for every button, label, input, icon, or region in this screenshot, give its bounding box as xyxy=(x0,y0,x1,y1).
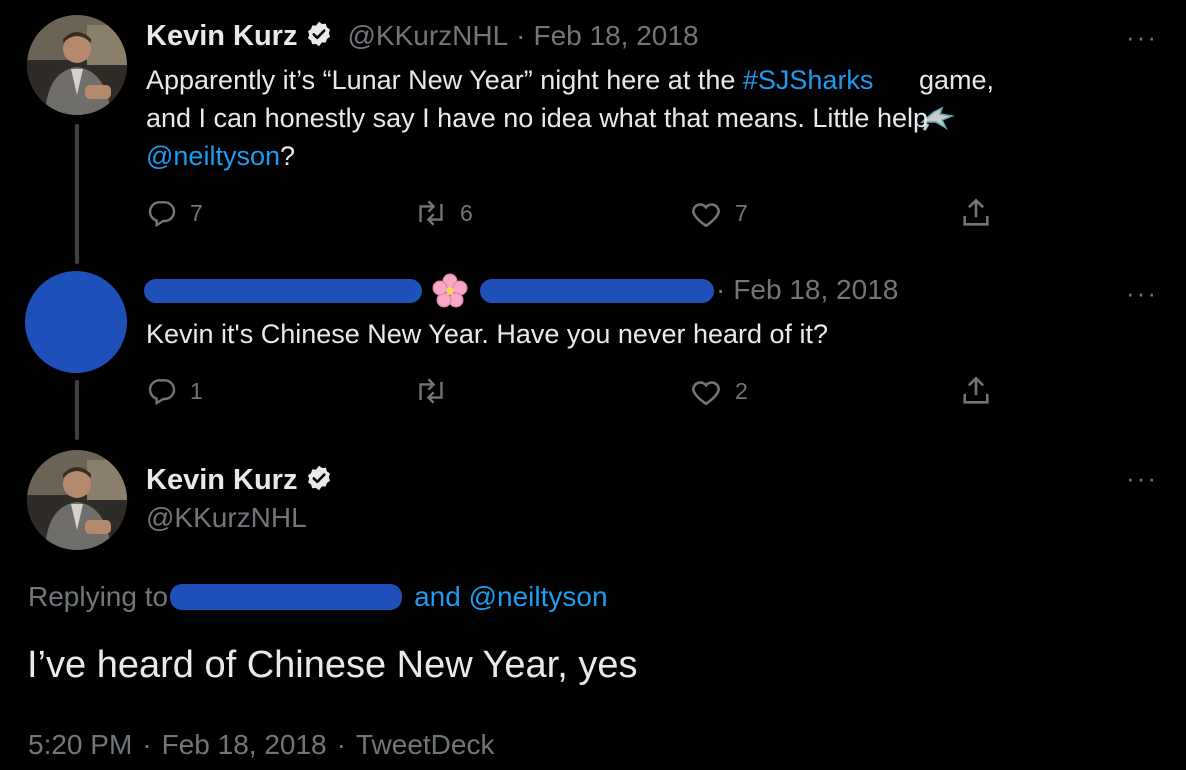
author-handle[interactable]: @KKurzNHL xyxy=(347,20,508,52)
hashtag-link[interactable]: #SJSharks xyxy=(743,61,874,99)
tweet-text-part: Apparently it’s “Lunar New Year” night h… xyxy=(146,65,743,95)
tweet-text-part: game, xyxy=(911,65,994,95)
tweet2-text: Kevin it's Chinese New Year. Have you ne… xyxy=(146,319,829,349)
reply-count: 1 xyxy=(190,377,203,404)
separator-dot: · xyxy=(336,729,346,760)
tweet1-header: Kevin Kurz @KKurzNHL · Feb 18, 2018 xyxy=(146,18,699,54)
retweet-button[interactable]: 6 xyxy=(414,197,473,229)
like-count: 7 xyxy=(735,199,748,226)
separator-dot: · xyxy=(142,729,152,760)
main-tweet-header: Kevin Kurz xyxy=(146,462,333,498)
more-options-icon[interactable]: ··· xyxy=(1126,463,1158,494)
retweet-icon xyxy=(419,378,443,404)
replying-to-links[interactable]: and @neiltyson xyxy=(414,581,607,613)
thread-line xyxy=(75,124,79,264)
avatar-kevin-kurz[interactable] xyxy=(27,15,127,115)
reply-button[interactable]: 1 xyxy=(146,375,203,407)
more-options-icon[interactable]: ··· xyxy=(1126,278,1158,309)
cherry-blossom-icon xyxy=(431,272,469,310)
tweet-date[interactable]: Feb 18, 2018 xyxy=(162,729,327,761)
share-button[interactable] xyxy=(959,196,993,230)
separator-dot: · xyxy=(516,20,526,51)
reply-icon xyxy=(148,379,176,406)
main-tweet-text: I’ve heard of Chinese New Year, yes xyxy=(27,644,638,686)
redacted-handle xyxy=(480,279,714,303)
retweet-icon xyxy=(419,200,443,226)
share-icon xyxy=(963,376,989,404)
thread-line xyxy=(75,380,79,440)
reply-button[interactable]: 7 xyxy=(146,197,203,229)
retweet-button[interactable] xyxy=(414,375,460,407)
like-button[interactable]: 7 xyxy=(689,197,748,229)
tweet-timestamp: 5:20 PM · Feb 18, 2018 · TweetDeck xyxy=(28,729,494,761)
like-button[interactable]: 2 xyxy=(689,375,748,407)
shark-emoji-icon xyxy=(875,66,956,131)
tweet-text-part: ? xyxy=(279,141,296,171)
verified-badge-icon xyxy=(305,20,333,53)
tweet-date[interactable]: Feb 18, 2018 xyxy=(733,274,898,306)
replying-label: Replying to xyxy=(28,581,169,612)
redacted-reply-handle xyxy=(170,584,403,610)
profile-photo-icon xyxy=(27,450,127,550)
profile-photo-icon xyxy=(27,15,127,115)
tweet-time[interactable]: 5:20 PM xyxy=(28,729,132,761)
replying-to: Replying to and @neiltyson xyxy=(28,581,608,613)
tweet2-meta: · Feb 18, 2018 xyxy=(716,274,898,306)
redacted-name xyxy=(144,279,422,303)
verified-badge-icon xyxy=(305,464,333,497)
like-count: 2 xyxy=(735,377,748,404)
share-icon xyxy=(963,198,989,226)
share-button[interactable] xyxy=(959,374,993,408)
heart-icon xyxy=(691,203,721,228)
mention-link[interactable]: @neiltyson xyxy=(146,141,280,171)
tweet1-text: Apparently it’s “Lunar New Year” night h… xyxy=(146,61,1146,175)
separator-dot: · xyxy=(716,274,726,305)
tweet-date[interactable]: Feb 18, 2018 xyxy=(534,20,699,52)
heart-icon xyxy=(691,381,721,406)
author-name[interactable]: Kevin Kurz xyxy=(146,20,297,53)
retweet-count: 6 xyxy=(460,199,473,226)
author-handle[interactable]: @KKurzNHL xyxy=(146,502,307,534)
tweet-client[interactable]: TweetDeck xyxy=(356,729,495,761)
tweet-text-line: and I can honestly say I have no idea wh… xyxy=(146,103,928,133)
avatar-kevin-kurz[interactable] xyxy=(27,450,127,550)
reply-count: 7 xyxy=(190,199,203,226)
author-name[interactable]: Kevin Kurz xyxy=(146,464,297,497)
avatar-redacted[interactable] xyxy=(25,271,127,373)
more-options-icon[interactable]: ··· xyxy=(1126,22,1158,53)
reply-icon xyxy=(148,201,176,228)
